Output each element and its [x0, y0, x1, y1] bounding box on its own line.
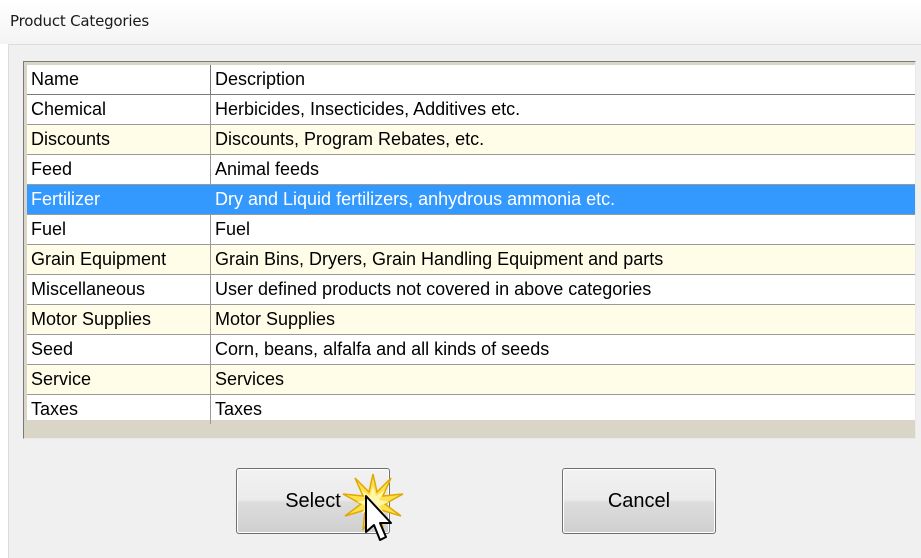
table-row[interactable]: Grain Equipment Grain Bins, Dryers, Grai… [27, 245, 915, 275]
row-name-cell: Fuel [27, 215, 211, 244]
row-description-cell: Discounts, Program Rebates, etc. [215, 129, 485, 149]
row-description-cell: Animal feeds [215, 159, 320, 179]
table-row[interactable]: Taxes Taxes [27, 395, 915, 424]
row-description-cell: Grain Bins, Dryers, Grain Handling Equip… [215, 249, 664, 269]
row-description-cell: Herbicides, Insecticides, Additives etc. [215, 99, 521, 119]
categories-grid[interactable]: Name Description Chemical Herbicides, In… [23, 61, 916, 439]
table-row[interactable]: Fuel Fuel [27, 215, 915, 245]
table-row[interactable]: Miscellaneous User defined products not … [27, 275, 915, 305]
product-categories-window: Product Categories Name Description Chem… [0, 0, 921, 558]
row-name-cell: Taxes [27, 395, 211, 424]
window-left-edge [0, 44, 9, 558]
row-name-cell: Seed [27, 335, 211, 364]
row-name-cell: Chemical [27, 95, 211, 124]
row-name-cell: Fertilizer [27, 185, 211, 214]
row-name-cell: Miscellaneous [27, 275, 211, 304]
select-button[interactable]: Select [236, 468, 390, 534]
table-row[interactable]: Feed Animal feeds [27, 155, 915, 185]
row-description-cell: Corn, beans, alfalfa and all kinds of se… [215, 339, 550, 359]
row-description-cell: Dry and Liquid fertilizers, anhydrous am… [215, 189, 616, 209]
window-title: Product Categories [10, 12, 149, 30]
cancel-button[interactable]: Cancel [562, 468, 716, 534]
categories-grid-body: Name Description Chemical Herbicides, In… [27, 65, 915, 424]
row-name-cell: Motor Supplies [27, 305, 211, 334]
row-name-cell: Discounts [27, 125, 211, 154]
grid-header-row: Name Description [27, 65, 915, 95]
row-description-cell: Motor Supplies [215, 309, 336, 329]
row-description-cell: Taxes [215, 399, 263, 419]
table-row[interactable]: Chemical Herbicides, Insecticides, Addit… [27, 95, 915, 125]
row-name-cell: Grain Equipment [27, 245, 211, 274]
row-description-cell: Services [215, 369, 285, 389]
row-name-cell: Feed [27, 155, 211, 184]
table-row[interactable]: Motor Supplies Motor Supplies [27, 305, 915, 335]
table-row[interactable]: Service Services [27, 365, 915, 395]
row-description-cell: User defined products not covered in abo… [215, 279, 652, 299]
row-name-cell: Service [27, 365, 211, 394]
table-row[interactable]: Discounts Discounts, Program Rebates, et… [27, 125, 915, 155]
title-bar[interactable]: Product Categories [0, 0, 921, 45]
row-description-cell: Fuel [215, 219, 251, 239]
table-row[interactable]: Seed Corn, beans, alfalfa and all kinds … [27, 335, 915, 365]
column-header-description[interactable]: Description [211, 65, 915, 94]
column-header-name[interactable]: Name [27, 65, 211, 94]
table-row-selected[interactable]: Fertilizer Dry and Liquid fertilizers, a… [27, 185, 915, 215]
